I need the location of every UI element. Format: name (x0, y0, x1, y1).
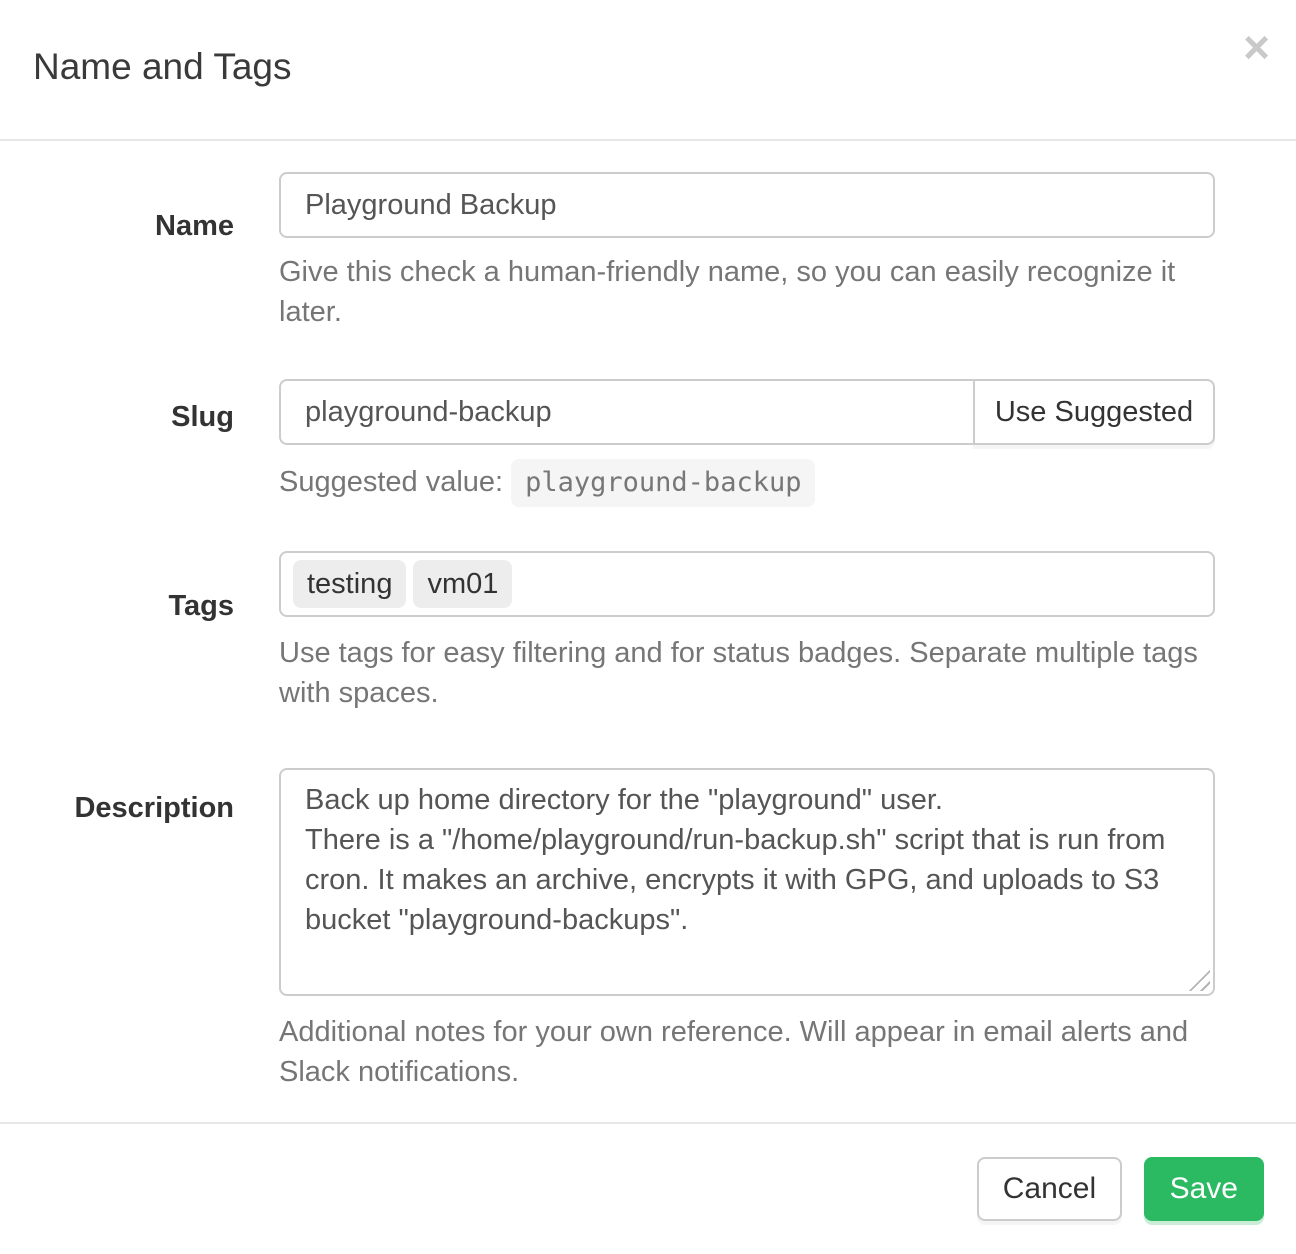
modal-title: Name and Tags (33, 46, 1266, 88)
name-label: Name (33, 208, 234, 244)
tags-help-text: Use tags for easy filtering and for stat… (279, 633, 1215, 713)
name-help-text: Give this check a human-friendly name, s… (279, 252, 1215, 332)
save-button[interactable]: Save (1144, 1157, 1264, 1221)
name-field: Give this check a human-friendly name, s… (279, 172, 1215, 332)
description-textarea[interactable]: Back up home directory for the "playgrou… (279, 768, 1215, 996)
description-field: Back up home directory for the "playgrou… (279, 768, 1215, 1092)
modal-body: Name Give this check a human-friendly na… (0, 141, 1296, 1122)
description-form-row: Description Back up home directory for t… (33, 768, 1215, 1092)
tags-input[interactable]: testingvm01 (279, 551, 1215, 617)
use-suggested-button[interactable]: Use Suggested (973, 379, 1215, 445)
slug-label: Slug (33, 399, 234, 435)
modal-header: Name and Tags × (0, 0, 1296, 141)
slug-form-row: Slug Use Suggested Suggested value:playg… (33, 379, 1215, 507)
modal-footer: Cancel Save (0, 1122, 1296, 1254)
suggested-slug-code: playground-backup (511, 459, 815, 507)
name-input[interactable] (279, 172, 1215, 238)
close-icon[interactable]: × (1243, 24, 1270, 70)
slug-help-text: Suggested value:playground-backup (279, 459, 1215, 507)
slug-field: Use Suggested Suggested value:playground… (279, 379, 1215, 507)
description-label: Description (33, 790, 234, 826)
tags-form-row: Tags testingvm01 Use tags for easy filte… (33, 551, 1215, 713)
name-form-row: Name Give this check a human-friendly na… (33, 172, 1215, 332)
tag-chip: testing (293, 560, 406, 608)
suggested-value-prefix: Suggested value: (279, 466, 503, 498)
tags-field: testingvm01 Use tags for easy filtering … (279, 551, 1215, 713)
tags-label: Tags (33, 588, 234, 624)
slug-input[interactable] (279, 379, 973, 445)
slug-input-group: Use Suggested (279, 379, 1215, 445)
description-textarea-wrap: Back up home directory for the "playgrou… (279, 768, 1215, 996)
name-and-tags-modal: Name and Tags × Name Give this check a h… (0, 0, 1296, 1254)
description-help-text: Additional notes for your own reference.… (279, 1012, 1215, 1092)
cancel-button[interactable]: Cancel (977, 1157, 1122, 1221)
tag-chip: vm01 (413, 560, 512, 608)
